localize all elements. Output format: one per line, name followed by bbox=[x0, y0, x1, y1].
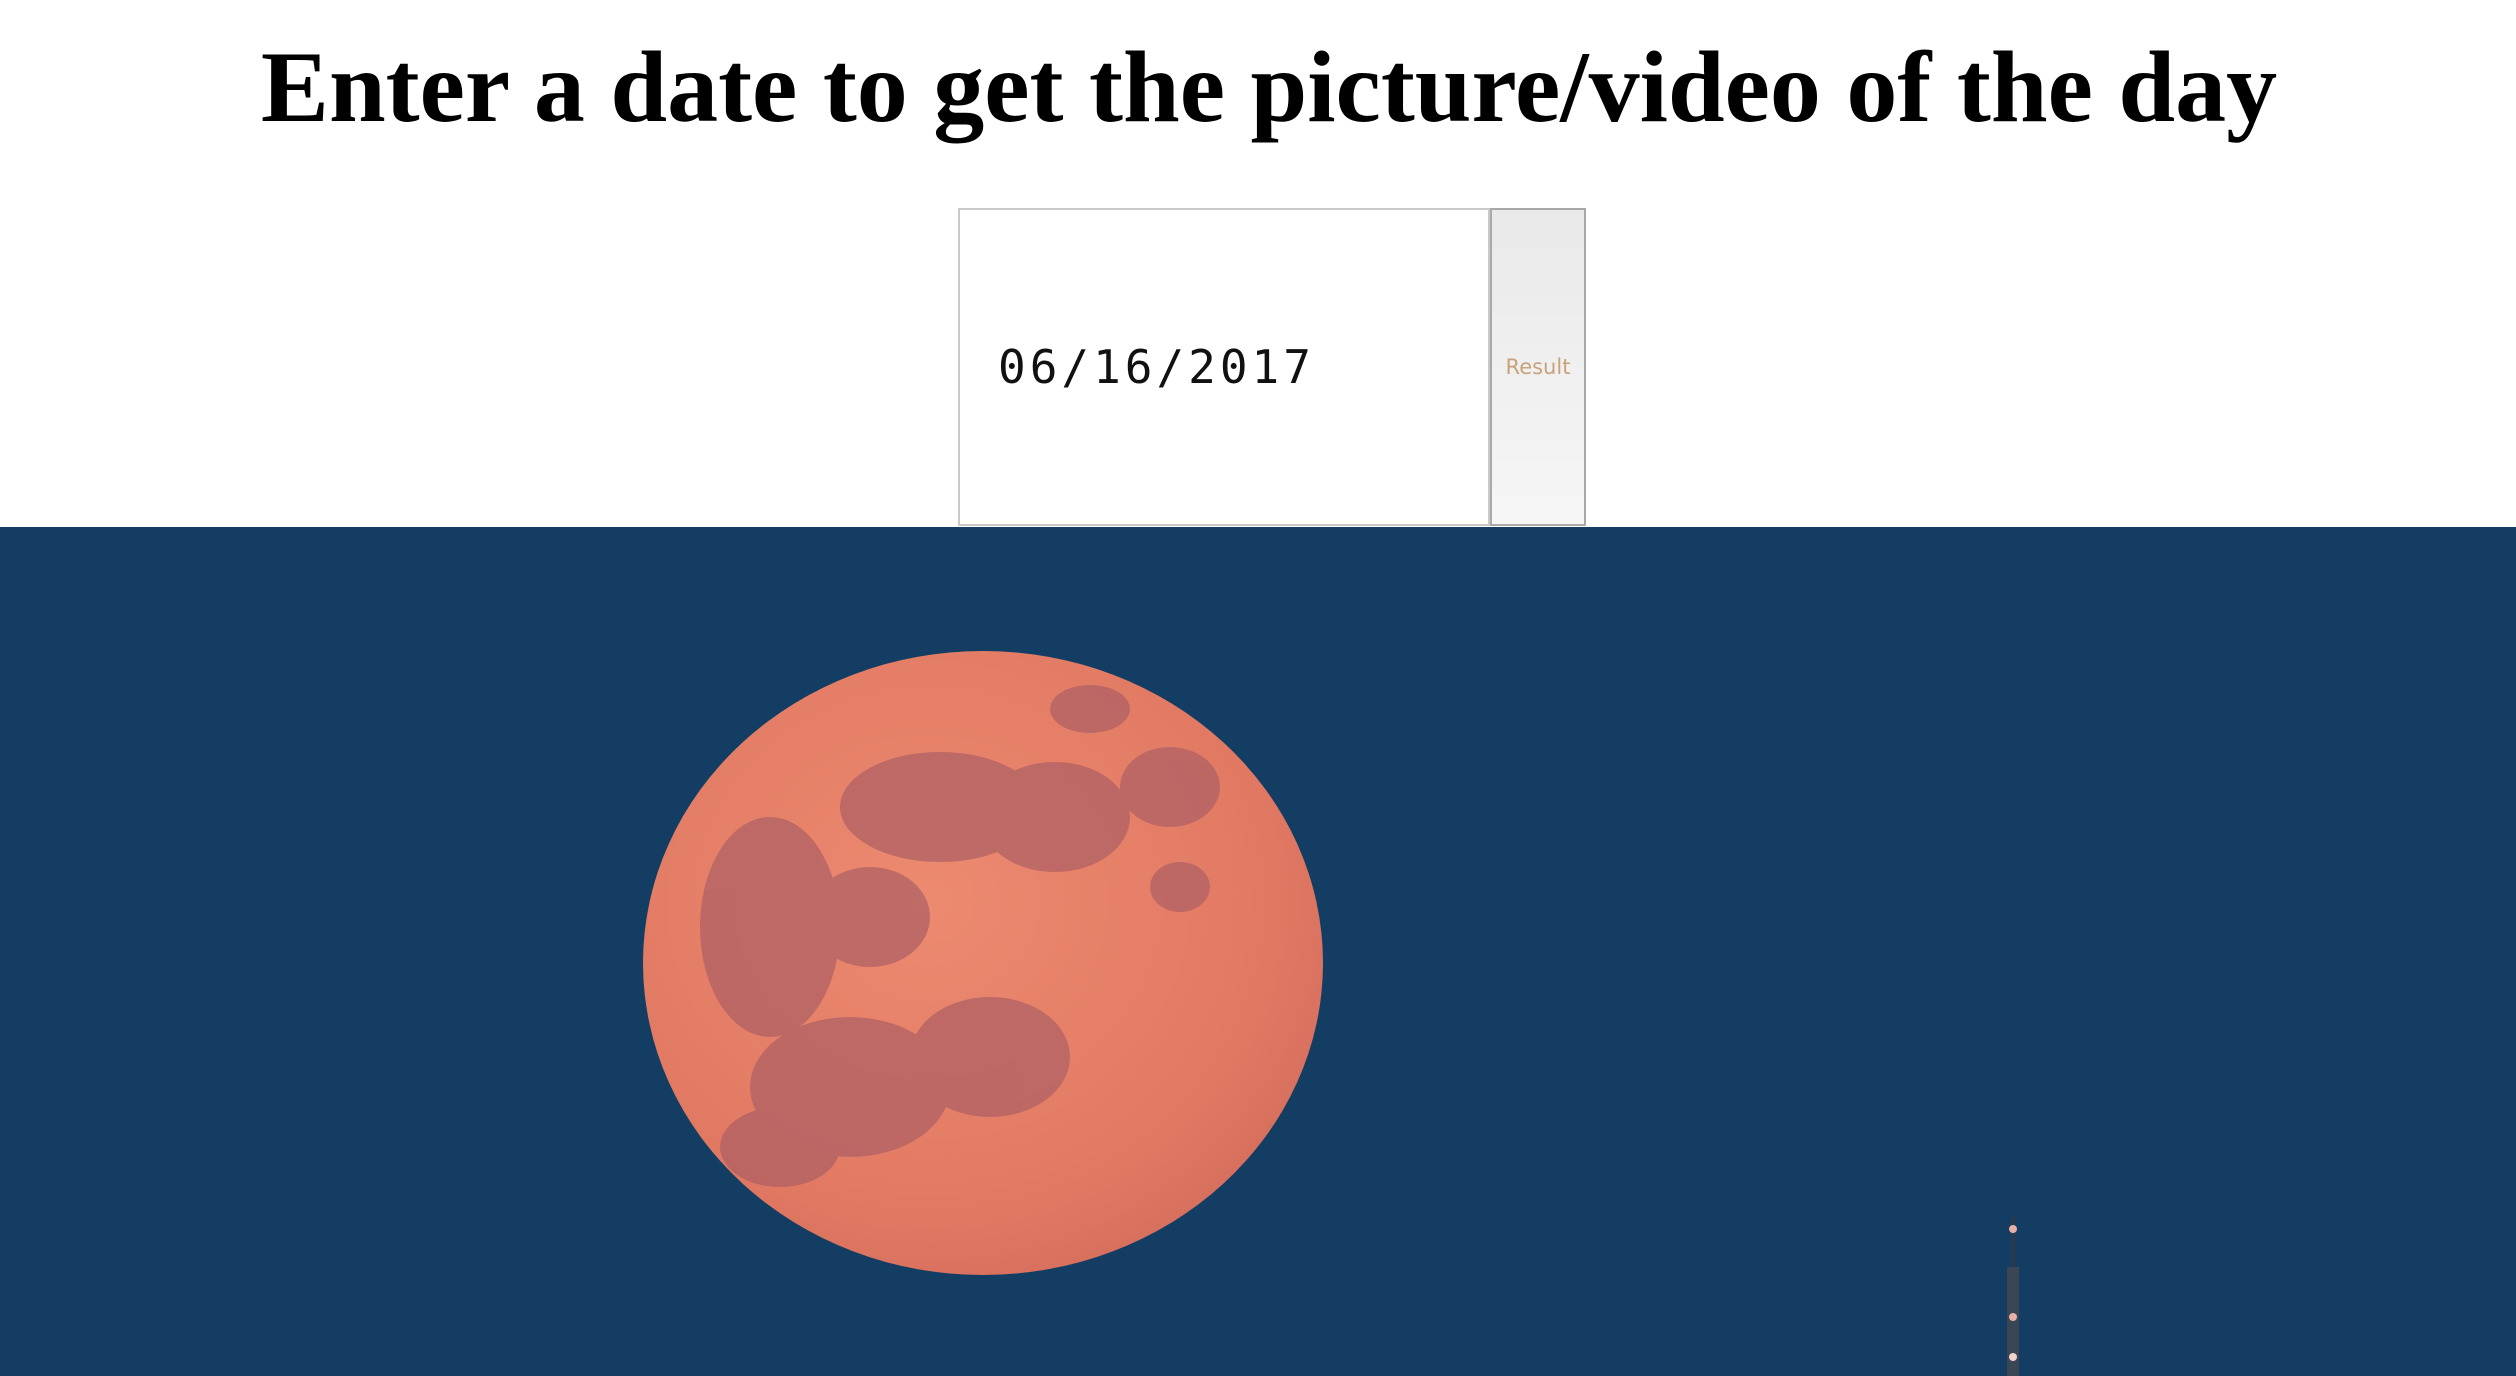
result-button[interactable]: Result bbox=[1490, 208, 1586, 526]
page-title: Enter a date to get the picture/video of… bbox=[260, 31, 2278, 144]
apod-page: Enter a date to get the picture/video of… bbox=[0, 0, 2516, 1376]
full-moon bbox=[643, 651, 1323, 1275]
date-form: Result bbox=[958, 208, 1586, 526]
picture-of-the-day bbox=[0, 527, 2516, 1376]
date-input[interactable] bbox=[958, 208, 1490, 526]
